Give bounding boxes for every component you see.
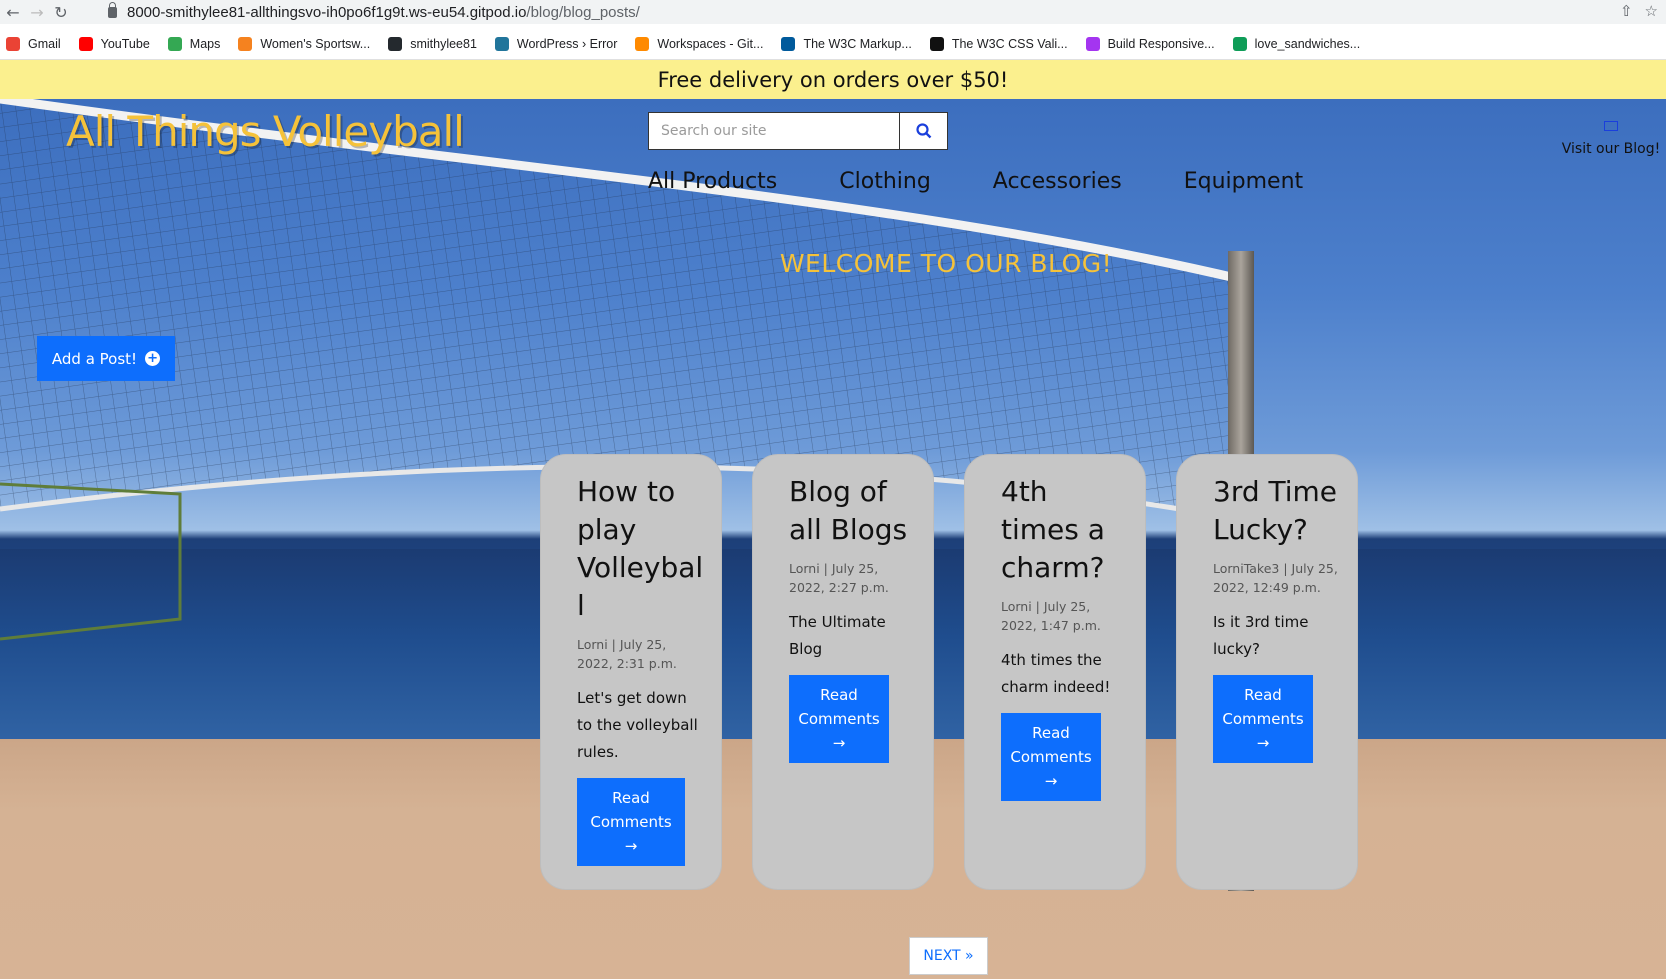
post-meta: Lorni | July 25, 2022, 2:31 p.m. — [577, 637, 677, 671]
lock-icon — [108, 1, 117, 18]
url-path: /blog/blog_posts/ — [526, 3, 640, 21]
bookmark-item[interactable]: Gmail — [6, 36, 61, 51]
post-title[interactable]: 3rd Time Lucky? — [1213, 473, 1341, 549]
plus-circle-icon: + — [145, 351, 161, 366]
bookmark-item[interactable]: smithylee81 — [388, 36, 477, 51]
search-form — [648, 112, 948, 150]
bookmark-label: The W3C CSS Vali... — [951, 36, 1068, 51]
bookmark-label: The W3C Markup... — [803, 36, 912, 51]
bookmark-item[interactable]: love_sandwiches... — [1232, 36, 1361, 51]
read-comments-button[interactable]: Read Comments → — [789, 675, 889, 763]
nav-equipment[interactable]: Equipment — [1184, 169, 1303, 194]
bookmark-label: Gmail — [28, 36, 61, 51]
search-input[interactable] — [649, 113, 899, 149]
blog-icon — [1604, 121, 1618, 131]
bookmark-item[interactable]: The W3C Markup... — [781, 36, 912, 51]
bookmark-item[interactable]: Women's Sportsw... — [238, 36, 371, 51]
main-nav: All Products Clothing Accessories Equipm… — [648, 169, 1303, 194]
bookmark-item[interactable]: WordPress › Error — [494, 36, 618, 51]
bookmark-label: WordPress › Error — [516, 36, 618, 51]
github-icon — [388, 36, 403, 51]
gmail-icon — [6, 36, 20, 51]
post-excerpt: Let's get down to the volleyball rules. — [577, 689, 698, 761]
site-logo[interactable]: All Things Volleyball — [66, 107, 465, 156]
bookmark-label: Maps — [189, 36, 221, 51]
blog-post-list: How to play Volleyball Lorni | July 25, … — [540, 454, 1358, 890]
blog-post-card: 4th times a charm? Lorni | July 25, 2022… — [964, 454, 1146, 890]
bookmarks-bar: Gmail YouTube Maps Women's Sportsw... smithy… — [0, 28, 1666, 60]
post-title[interactable]: Blog of all Blogs — [789, 473, 917, 549]
free-delivery-banner: Free delivery on orders over $50! — [0, 60, 1666, 99]
bookmark-item[interactable]: Build Responsive... — [1085, 36, 1215, 51]
post-title[interactable]: How to play Volleyball — [577, 473, 705, 625]
maps-icon — [167, 36, 182, 51]
youtube-icon — [78, 36, 93, 51]
url-host: 8000-smithylee81-allthingsvo-ih0po6f1g9t… — [127, 3, 527, 21]
next-page-button[interactable]: NEXT » — [909, 937, 988, 975]
w3c-css-icon — [929, 36, 944, 51]
add-post-button[interactable]: Add a Post! + — [37, 336, 175, 381]
nav-accessories[interactable]: Accessories — [993, 169, 1122, 194]
bookmark-star-icon[interactable]: ☆ — [1645, 2, 1658, 20]
post-excerpt: The Ultimate Blog — [789, 613, 886, 658]
post-meta: LorniTake3 | July 25, 2022, 12:49 p.m. — [1213, 561, 1338, 595]
read-comments-button[interactable]: Read Comments → — [1213, 675, 1313, 763]
nav-all-products[interactable]: All Products — [648, 169, 777, 194]
nav-clothing[interactable]: Clothing — [839, 169, 931, 194]
post-title[interactable]: 4th times a charm? — [1001, 473, 1129, 587]
read-comments-button[interactable]: Read Comments → — [1001, 713, 1101, 801]
bookmark-item[interactable]: Workspaces - Git... — [635, 36, 764, 51]
address-bar[interactable]: 8000-smithylee81-allthingsvo-ih0po6f1g9t… — [96, 0, 1616, 24]
w3c-icon — [781, 36, 796, 51]
post-meta: Lorni | July 25, 2022, 1:47 p.m. — [1001, 599, 1101, 633]
browser-toolbar: ← → ↻ 8000-smithylee81-allthingsvo-ih0po… — [0, 0, 1666, 24]
udemy-icon — [1085, 36, 1100, 51]
bookmark-label: love_sandwiches... — [1254, 36, 1361, 51]
post-excerpt: Is it 3rd time lucky? — [1213, 613, 1309, 658]
read-comments-button[interactable]: Read Comments → — [577, 778, 685, 866]
hero-section: All Things Volleyball Visit our Blog! Al… — [0, 99, 1666, 979]
gitpod-icon — [635, 36, 650, 51]
blog-post-card: 3rd Time Lucky? LorniTake3 | July 25, 20… — [1176, 454, 1358, 890]
bookmark-item[interactable]: The W3C CSS Vali... — [929, 36, 1068, 51]
reload-icon[interactable]: ↻ — [50, 1, 72, 23]
bookmark-label: smithylee81 — [410, 36, 477, 51]
bookmark-item[interactable]: Maps — [167, 36, 221, 51]
bookmark-item[interactable]: YouTube — [78, 36, 150, 51]
bookmark-label: YouTube — [100, 36, 150, 51]
wordpress-icon — [494, 36, 509, 51]
forward-icon[interactable]: → — [26, 1, 48, 23]
blog-post-card: Blog of all Blogs Lorni | July 25, 2022,… — [752, 454, 934, 890]
sheets-icon — [1232, 36, 1247, 51]
post-meta: Lorni | July 25, 2022, 2:27 p.m. — [789, 561, 889, 595]
search-button[interactable] — [899, 113, 947, 149]
back-icon[interactable]: ← — [2, 1, 24, 23]
bookmark-label: Women's Sportsw... — [260, 36, 371, 51]
sportswear-icon — [238, 36, 253, 51]
post-excerpt: 4th times the charm indeed! — [1001, 651, 1111, 696]
welcome-heading: WELCOME TO OUR BLOG! — [779, 249, 1113, 278]
search-icon — [915, 123, 931, 139]
bookmark-label: Workspaces - Git... — [657, 36, 764, 51]
visit-blog-link[interactable]: Visit our Blog! — [1556, 121, 1666, 157]
share-icon[interactable]: ⇧ — [1620, 2, 1633, 20]
bookmark-label: Build Responsive... — [1107, 36, 1215, 51]
add-post-label: Add a Post! — [51, 349, 138, 368]
visit-blog-label: Visit our Blog! — [1561, 141, 1661, 157]
blog-post-card: How to play Volleyball Lorni | July 25, … — [540, 454, 722, 890]
